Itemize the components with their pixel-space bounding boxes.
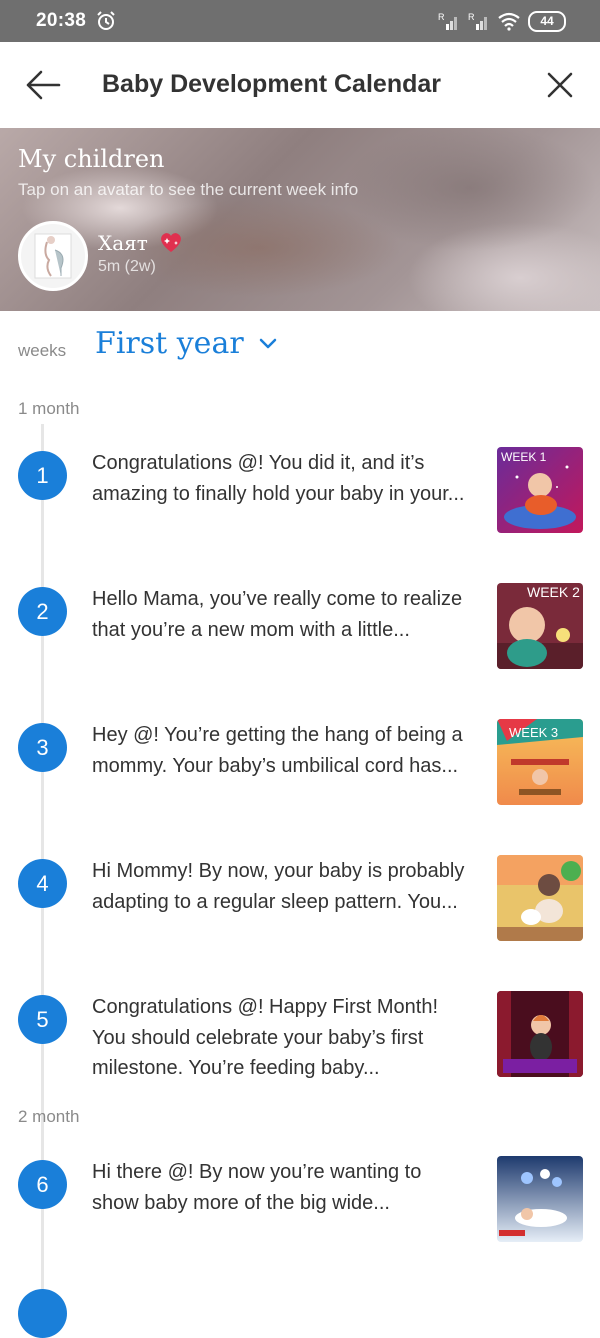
status-time: 20:38 bbox=[36, 10, 87, 31]
svg-text:R: R bbox=[468, 12, 475, 22]
week-item-5[interactable]: 5 Congratulations @! Happy First Month! … bbox=[0, 991, 600, 1105]
chevron-down-icon bbox=[259, 338, 276, 348]
week-summary: Hi Mommy! By now, your baby is probably … bbox=[92, 860, 465, 913]
week-thumb-label: WEEK 2 bbox=[527, 584, 580, 600]
week-thumb-label: WEEK 3 bbox=[509, 725, 558, 740]
period-dropdown[interactable]: First year bbox=[95, 326, 278, 361]
week-1-illustration: WEEK 1 bbox=[497, 447, 583, 533]
week-item-3[interactable]: 3 Hey @! You’re getting the hang of bein… bbox=[0, 719, 600, 833]
signal-icon: R bbox=[438, 12, 457, 30]
page-title: Baby Development Calendar bbox=[102, 70, 441, 98]
children-subtitle: Tap on an avatar to see the current week… bbox=[18, 180, 359, 199]
month-label-2: 2 month bbox=[18, 1107, 80, 1126]
week-thumbnail[interactable] bbox=[497, 1156, 583, 1242]
week-item-1[interactable]: 1 Congratulations @! You did it, and it’… bbox=[0, 447, 600, 561]
child-avatar[interactable] bbox=[18, 221, 88, 291]
week-summary: Congratulations @! You did it, and it’s … bbox=[92, 452, 465, 505]
children-title: My children bbox=[18, 145, 165, 173]
week-item-6[interactable]: 6 Hi there @! By now you’re wanting to s… bbox=[0, 1156, 600, 1270]
week-thumb-label: WEEK 1 bbox=[501, 450, 547, 464]
week-2-illustration: WEEK 2 bbox=[497, 583, 583, 669]
month-label-1: 1 month bbox=[18, 399, 80, 418]
week-summary: Hey @! You’re getting the hang of being … bbox=[92, 724, 463, 777]
close-icon[interactable] bbox=[542, 67, 578, 103]
week-item-2[interactable]: 2 Hello Mama, you’ve really come to real… bbox=[0, 583, 600, 697]
week-summary: Congratulations @! Happy First Month! Yo… bbox=[92, 996, 439, 1079]
week-thumbnail[interactable] bbox=[497, 991, 583, 1077]
battery-indicator: 44 bbox=[528, 10, 566, 32]
week-number-badge: 2 bbox=[18, 587, 67, 636]
signal-icon-2: R bbox=[468, 12, 487, 30]
week-number-badge: 6 bbox=[18, 1160, 67, 1209]
sparkling-heart-icon bbox=[161, 233, 182, 252]
week-number-badge: 5 bbox=[18, 995, 67, 1044]
child-name-text: Хаят bbox=[98, 231, 148, 255]
week-5-illustration bbox=[497, 991, 583, 1077]
weeks-label: weeks bbox=[18, 341, 67, 360]
week-summary: Hi there @! By now you’re wanting to sho… bbox=[92, 1161, 422, 1214]
week-thumbnail[interactable] bbox=[497, 855, 583, 941]
alarm-clock-icon bbox=[97, 11, 115, 30]
week-number-badge: 3 bbox=[18, 723, 67, 772]
week-6-illustration bbox=[497, 1156, 583, 1242]
week-thumbnail[interactable]: WEEK 3 bbox=[497, 719, 583, 805]
app-header: Baby Development Calendar bbox=[0, 42, 600, 128]
child-age: 5m (2w) bbox=[98, 258, 156, 275]
week-summary: Hello Mama, you’ve really come to realiz… bbox=[92, 588, 463, 641]
week-item-4[interactable]: 4 Hi Mommy! By now, your baby is probabl… bbox=[0, 855, 600, 969]
week-3-illustration: WEEK 3 bbox=[497, 719, 583, 805]
child-name[interactable]: Хаят bbox=[98, 230, 184, 255]
svg-text:R: R bbox=[438, 12, 445, 22]
back-arrow-icon[interactable] bbox=[24, 67, 62, 103]
week-thumbnail[interactable]: WEEK 2 bbox=[497, 583, 583, 669]
week-number-badge-partial[interactable] bbox=[18, 1289, 67, 1338]
week-thumbnail[interactable]: WEEK 1 bbox=[497, 447, 583, 533]
week-number-badge: 4 bbox=[18, 859, 67, 908]
children-banner: My children Tap on an avatar to see the … bbox=[0, 128, 600, 311]
status-indicators: R R 44 bbox=[438, 10, 566, 32]
period-value: First year bbox=[95, 326, 244, 361]
status-bar: 20:38 R R 44 bbox=[0, 0, 600, 42]
wifi-icon bbox=[498, 12, 520, 31]
week-number-badge: 1 bbox=[18, 451, 67, 500]
pregnancy-silhouette-icon bbox=[34, 233, 72, 279]
week-4-illustration bbox=[497, 855, 583, 941]
